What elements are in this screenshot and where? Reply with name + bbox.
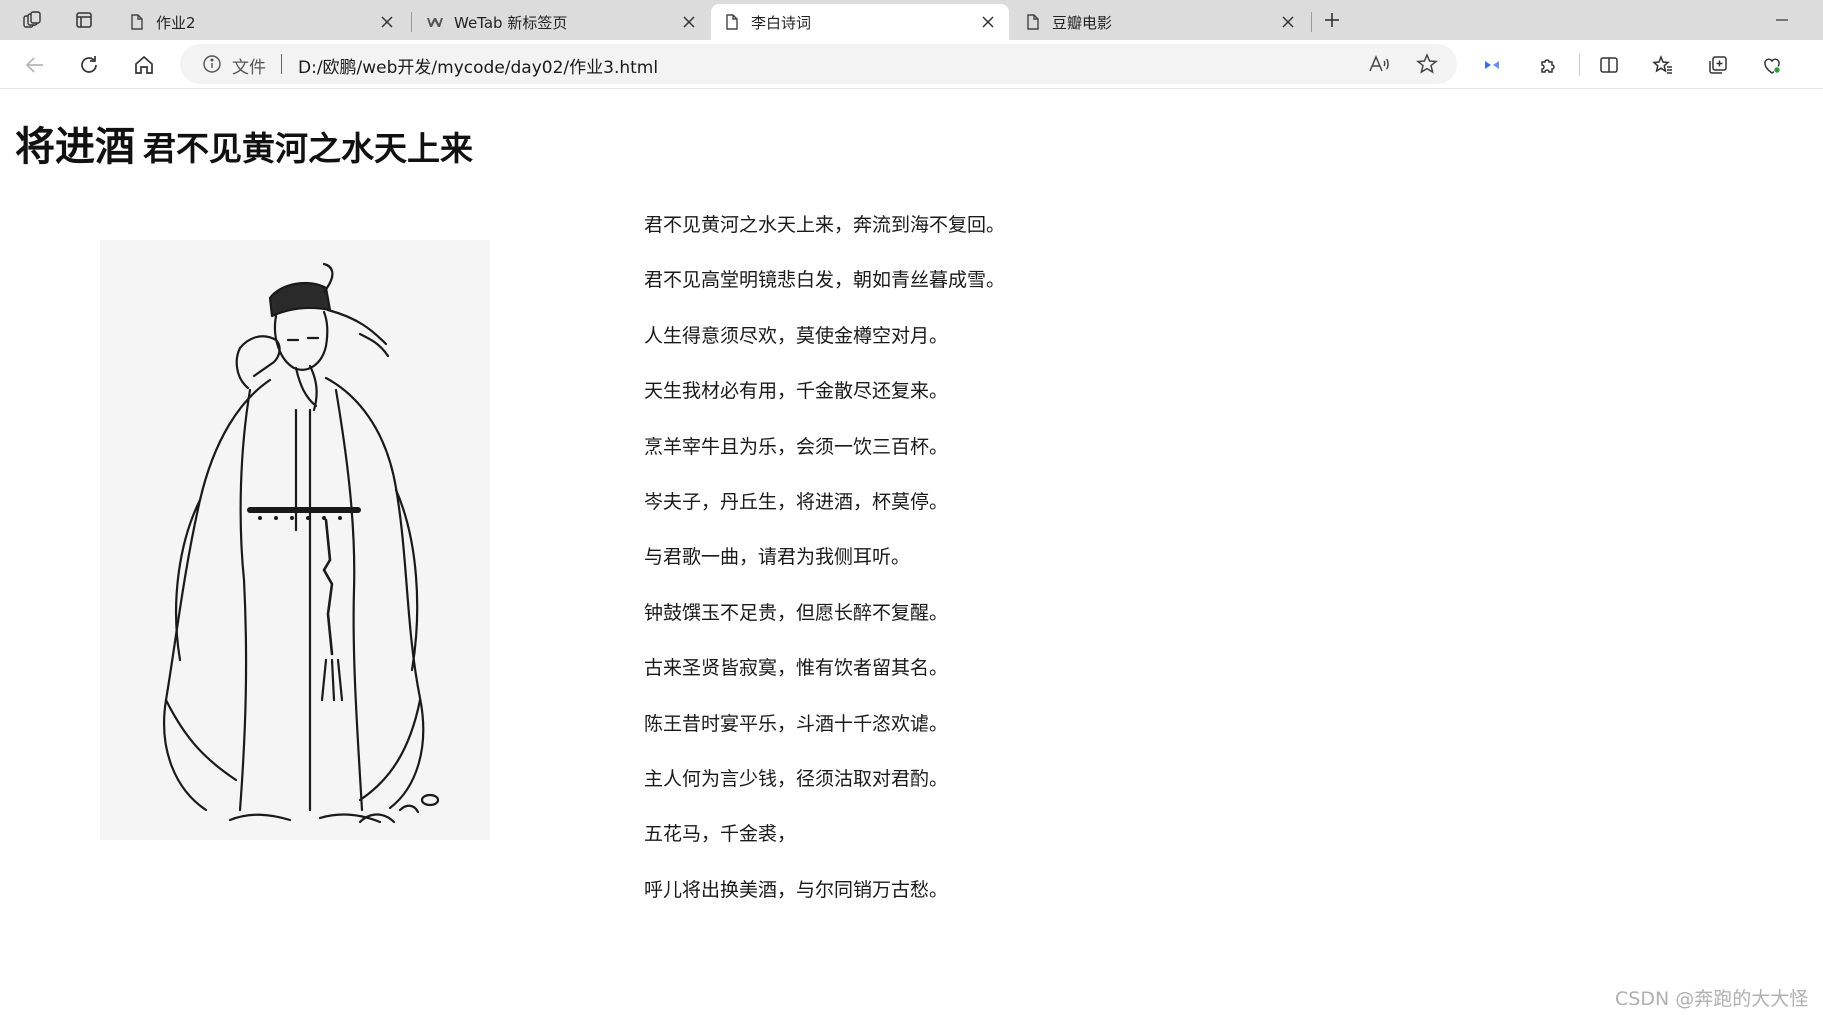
poem-line: 烹羊宰牛且为乐，会须一饮三百杯。 bbox=[644, 435, 949, 458]
tab-separator bbox=[1311, 12, 1312, 32]
page-content: 将进酒 君不见黄河之水天上来 君不见黄河之水天上来，奔流到海不复回。 君不见高堂… bbox=[0, 90, 1823, 1015]
new-tab-icon[interactable] bbox=[1316, 6, 1348, 34]
collections-icon[interactable] bbox=[1703, 50, 1733, 80]
extensions-icon[interactable] bbox=[1533, 50, 1563, 80]
poem-line: 与君歌一曲，请君为我侧耳听。 bbox=[644, 546, 911, 569]
document-icon bbox=[128, 13, 146, 31]
tab-title: 作业2 bbox=[156, 13, 196, 32]
poem-subtitle: 君不见黄河之水天上来 bbox=[143, 129, 473, 168]
poem-line: 人生得意须尽欢，莫使金樽空对月。 bbox=[644, 324, 949, 347]
poem-line: 古来圣贤皆寂寞，惟有饮者留其名。 bbox=[644, 657, 949, 680]
favorite-star-icon[interactable] bbox=[1415, 52, 1439, 76]
tab-separator bbox=[411, 12, 412, 32]
url-text[interactable]: D:/欧鹏/web开发/mycode/day02/作业3.html bbox=[298, 53, 658, 78]
li-bai-portrait-image bbox=[100, 240, 490, 840]
close-icon[interactable] bbox=[680, 13, 698, 31]
tab-douban-movie[interactable]: 豆瓣电影 bbox=[1012, 4, 1309, 40]
document-icon bbox=[723, 13, 741, 31]
tab-title: 李白诗词 bbox=[751, 13, 812, 32]
poem-line: 五花马，千金裘， bbox=[644, 823, 797, 846]
poem-line: 呼儿将出换美酒，与尔同销万古愁。 bbox=[644, 878, 949, 901]
minimize-icon[interactable] bbox=[1762, 6, 1802, 34]
tab-strip: 作业2 WeTab 新标签页 李白诗词 豆瓣电影 bbox=[0, 0, 1823, 40]
poem-line: 陈王昔时宴平乐，斗酒十千恣欢谑。 bbox=[644, 712, 949, 735]
tab-title: 豆瓣电影 bbox=[1052, 13, 1113, 32]
tab-actions-icon[interactable] bbox=[68, 6, 100, 34]
home-icon[interactable] bbox=[129, 50, 159, 80]
address-bar[interactable]: 文件 D:/欧鹏/web开发/mycode/day02/作业3.html bbox=[180, 44, 1457, 84]
toolbar: 文件 D:/欧鹏/web开发/mycode/day02/作业3.html bbox=[0, 40, 1823, 89]
browser-essentials-icon[interactable] bbox=[1757, 50, 1787, 80]
toolbar-divider bbox=[1579, 54, 1580, 76]
file-scheme-label: 文件 bbox=[232, 58, 266, 78]
wetab-icon bbox=[426, 13, 444, 31]
refresh-icon[interactable] bbox=[74, 50, 104, 80]
csdn-watermark: CSDN @奔跑的大大怪 bbox=[1615, 988, 1809, 1010]
tab-homework2[interactable]: 作业2 bbox=[116, 4, 408, 40]
info-icon[interactable] bbox=[202, 54, 222, 74]
read-aloud-icon[interactable] bbox=[1367, 52, 1391, 76]
poem-line: 君不见高堂明镜悲白发，朝如青丝暮成雪。 bbox=[644, 269, 1006, 292]
workspaces-icon[interactable] bbox=[16, 6, 48, 34]
favorites-icon[interactable] bbox=[1648, 50, 1678, 80]
tab-libai-poems[interactable]: 李白诗词 bbox=[711, 4, 1009, 40]
poem-line: 君不见黄河之水天上来，奔流到海不复回。 bbox=[644, 214, 1006, 236]
split-screen-icon[interactable] bbox=[1594, 50, 1624, 80]
close-icon[interactable] bbox=[378, 13, 396, 31]
poem-title: 将进酒 bbox=[15, 124, 135, 170]
poem-line: 主人何为言少钱，径须沽取对君酌。 bbox=[644, 767, 949, 790]
tab-title: WeTab 新标签页 bbox=[454, 13, 568, 32]
copilot-icon[interactable] bbox=[1477, 50, 1507, 80]
close-icon[interactable] bbox=[1279, 13, 1297, 31]
tab-wetab[interactable]: WeTab 新标签页 bbox=[414, 4, 710, 40]
poem-line: 岑夫子，丹丘生，将进酒，杯莫停。 bbox=[644, 490, 949, 513]
close-icon[interactable] bbox=[979, 13, 997, 31]
page-title: 将进酒 君不见黄河之水天上来 bbox=[15, 114, 473, 172]
back-icon[interactable] bbox=[20, 50, 50, 80]
address-separator bbox=[281, 54, 282, 74]
document-icon bbox=[1024, 13, 1042, 31]
poem-line: 天生我材必有用，千金散尽还复来。 bbox=[644, 380, 949, 403]
poem-line: 钟鼓馔玉不足贵，但愿长醉不复醒。 bbox=[644, 601, 949, 624]
poem-body: 君不见黄河之水天上来，奔流到海不复回。 君不见高堂明镜悲白发，朝如青丝暮成雪。 … bbox=[644, 212, 1005, 932]
